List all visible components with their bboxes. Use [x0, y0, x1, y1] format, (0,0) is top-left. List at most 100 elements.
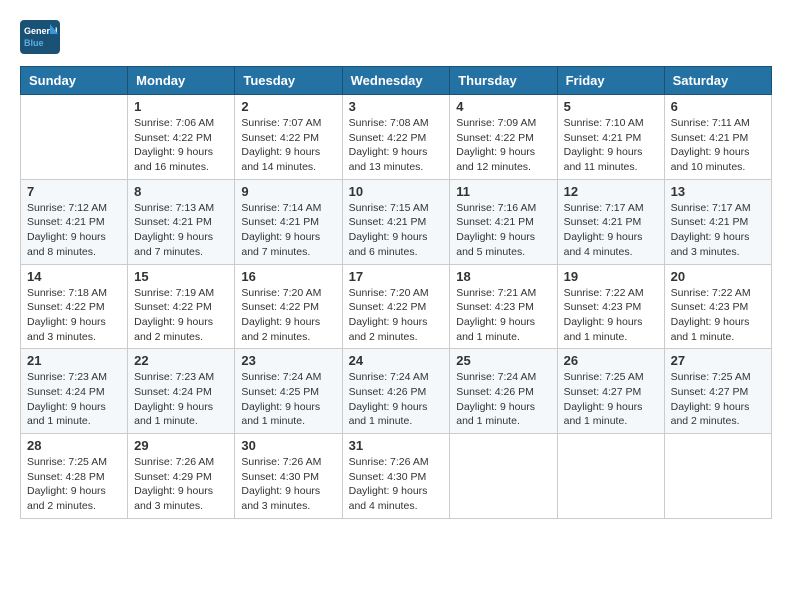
calendar-cell: 3 Sunrise: 7:08 AM Sunset: 4:22 PM Daylig…: [342, 95, 450, 180]
calendar-cell: 20Sunrise: 7:22 AM Sunset: 4:23 PM Dayli…: [664, 264, 771, 349]
calendar-header-row: SundayMondayTuesdayWednesdayThursdayFrid…: [21, 67, 772, 95]
day-number: 30: [241, 438, 335, 453]
logo: General Blue: [20, 20, 64, 54]
calendar-week-row: 1 Sunrise: 7:06 AM Sunset: 4:22 PM Daylig…: [21, 95, 772, 180]
day-info: Sunrise: 7:17 AM Sunset: 4:21 PM Dayligh…: [671, 201, 765, 260]
calendar-cell: 15 Sunrise: 7:19 AM Sunset: 4:22 PM Dayli…: [128, 264, 235, 349]
day-info: Sunrise: 7:24 AM Sunset: 4:26 PM Dayligh…: [456, 370, 550, 429]
day-number: 14: [27, 269, 121, 284]
day-number: 24: [349, 353, 444, 368]
calendar-cell: 2Sunrise: 7:07 AM Sunset: 4:22 PM Daylig…: [235, 95, 342, 180]
day-number: 11: [456, 184, 550, 199]
day-number: 4: [456, 99, 550, 114]
calendar-week-row: 28Sunrise: 7:25 AM Sunset: 4:28 PM Dayli…: [21, 434, 772, 519]
day-info: Sunrise: 7:06 AM Sunset: 4:22 PM Dayligh…: [134, 116, 228, 175]
calendar-cell: 29Sunrise: 7:26 AM Sunset: 4:29 PM Dayli…: [128, 434, 235, 519]
calendar-week-row: 21 Sunrise: 7:23 AM Sunset: 4:24 PM Dayli…: [21, 349, 772, 434]
day-info: Sunrise: 7:24 AM Sunset: 4:25 PM Dayligh…: [241, 370, 335, 429]
calendar-cell: [664, 434, 771, 519]
day-number: 13: [671, 184, 765, 199]
weekday-header-thursday: Thursday: [450, 67, 557, 95]
day-info: Sunrise: 7:21 AM Sunset: 4:23 PM Dayligh…: [456, 286, 550, 345]
day-info: Sunrise: 7:11 AM Sunset: 4:21 PM Dayligh…: [671, 116, 765, 175]
svg-text:Blue: Blue: [24, 38, 44, 48]
day-number: 27: [671, 353, 765, 368]
day-number: 16: [241, 269, 335, 284]
day-info: Sunrise: 7:13 AM Sunset: 4:21 PM Dayligh…: [134, 201, 228, 260]
calendar-cell: 26Sunrise: 7:25 AM Sunset: 4:27 PM Dayli…: [557, 349, 664, 434]
weekday-header-tuesday: Tuesday: [235, 67, 342, 95]
day-number: 21: [27, 353, 121, 368]
day-info: Sunrise: 7:22 AM Sunset: 4:23 PM Dayligh…: [671, 286, 765, 345]
calendar-cell: 17Sunrise: 7:20 AM Sunset: 4:22 PM Dayli…: [342, 264, 450, 349]
calendar-cell: 7 Sunrise: 7:12 AM Sunset: 4:21 PM Daylig…: [21, 179, 128, 264]
day-info: Sunrise: 7:09 AM Sunset: 4:22 PM Dayligh…: [456, 116, 550, 175]
calendar-cell: [21, 95, 128, 180]
day-info: Sunrise: 7:20 AM Sunset: 4:22 PM Dayligh…: [241, 286, 335, 345]
calendar-cell: 5 Sunrise: 7:10 AM Sunset: 4:21 PM Daylig…: [557, 95, 664, 180]
day-number: 7: [27, 184, 121, 199]
day-info: Sunrise: 7:14 AM Sunset: 4:21 PM Dayligh…: [241, 201, 335, 260]
day-info: Sunrise: 7:23 AM Sunset: 4:24 PM Dayligh…: [27, 370, 121, 429]
weekday-header-monday: Monday: [128, 67, 235, 95]
day-number: 8: [134, 184, 228, 199]
calendar-cell: 16 Sunrise: 7:20 AM Sunset: 4:22 PM Dayli…: [235, 264, 342, 349]
day-info: Sunrise: 7:26 AM Sunset: 4:30 PM Dayligh…: [241, 455, 335, 514]
weekday-header-friday: Friday: [557, 67, 664, 95]
day-info: Sunrise: 7:07 AM Sunset: 4:22 PM Dayligh…: [241, 116, 335, 175]
logo-icon: General Blue: [20, 20, 60, 54]
day-number: 5: [564, 99, 658, 114]
day-number: 25: [456, 353, 550, 368]
calendar-cell: 9 Sunrise: 7:14 AM Sunset: 4:21 PM Daylig…: [235, 179, 342, 264]
day-number: 3: [349, 99, 444, 114]
day-info: Sunrise: 7:12 AM Sunset: 4:21 PM Dayligh…: [27, 201, 121, 260]
calendar-cell: 14 Sunrise: 7:18 AM Sunset: 4:22 PM Dayli…: [21, 264, 128, 349]
day-info: Sunrise: 7:18 AM Sunset: 4:22 PM Dayligh…: [27, 286, 121, 345]
calendar-cell: 13 Sunrise: 7:17 AM Sunset: 4:21 PM Dayli…: [664, 179, 771, 264]
calendar-cell: 12 Sunrise: 7:17 AM Sunset: 4:21 PM Dayli…: [557, 179, 664, 264]
day-number: 1: [134, 99, 228, 114]
day-info: Sunrise: 7:23 AM Sunset: 4:24 PM Dayligh…: [134, 370, 228, 429]
calendar-cell: 1 Sunrise: 7:06 AM Sunset: 4:22 PM Daylig…: [128, 95, 235, 180]
calendar-cell: 31Sunrise: 7:26 AM Sunset: 4:30 PM Dayli…: [342, 434, 450, 519]
day-number: 17: [349, 269, 444, 284]
calendar-cell: 10 Sunrise: 7:15 AM Sunset: 4:21 PM Dayli…: [342, 179, 450, 264]
day-info: Sunrise: 7:17 AM Sunset: 4:21 PM Dayligh…: [564, 201, 658, 260]
calendar-cell: 6 Sunrise: 7:11 AM Sunset: 4:21 PM Daylig…: [664, 95, 771, 180]
calendar-cell: 11Sunrise: 7:16 AM Sunset: 4:21 PM Dayli…: [450, 179, 557, 264]
calendar-cell: 22 Sunrise: 7:23 AM Sunset: 4:24 PM Dayli…: [128, 349, 235, 434]
day-number: 18: [456, 269, 550, 284]
calendar-cell: 28Sunrise: 7:25 AM Sunset: 4:28 PM Dayli…: [21, 434, 128, 519]
day-number: 9: [241, 184, 335, 199]
calendar-cell: 21 Sunrise: 7:23 AM Sunset: 4:24 PM Dayli…: [21, 349, 128, 434]
calendar-cell: 27Sunrise: 7:25 AM Sunset: 4:27 PM Dayli…: [664, 349, 771, 434]
page-header: General Blue: [20, 16, 772, 54]
day-info: Sunrise: 7:26 AM Sunset: 4:30 PM Dayligh…: [349, 455, 444, 514]
calendar-cell: 24 Sunrise: 7:24 AM Sunset: 4:26 PM Dayli…: [342, 349, 450, 434]
day-number: 10: [349, 184, 444, 199]
calendar-cell: 25 Sunrise: 7:24 AM Sunset: 4:26 PM Dayli…: [450, 349, 557, 434]
calendar-week-row: 7 Sunrise: 7:12 AM Sunset: 4:21 PM Daylig…: [21, 179, 772, 264]
day-info: Sunrise: 7:19 AM Sunset: 4:22 PM Dayligh…: [134, 286, 228, 345]
day-number: 6: [671, 99, 765, 114]
calendar-cell: 30 Sunrise: 7:26 AM Sunset: 4:30 PM Dayli…: [235, 434, 342, 519]
day-info: Sunrise: 7:10 AM Sunset: 4:21 PM Dayligh…: [564, 116, 658, 175]
day-number: 19: [564, 269, 658, 284]
weekday-header-sunday: Sunday: [21, 67, 128, 95]
day-info: Sunrise: 7:15 AM Sunset: 4:21 PM Dayligh…: [349, 201, 444, 260]
calendar-cell: 18 Sunrise: 7:21 AM Sunset: 4:23 PM Dayli…: [450, 264, 557, 349]
calendar-week-row: 14 Sunrise: 7:18 AM Sunset: 4:22 PM Dayli…: [21, 264, 772, 349]
day-info: Sunrise: 7:26 AM Sunset: 4:29 PM Dayligh…: [134, 455, 228, 514]
day-info: Sunrise: 7:08 AM Sunset: 4:22 PM Dayligh…: [349, 116, 444, 175]
day-number: 15: [134, 269, 228, 284]
day-number: 22: [134, 353, 228, 368]
day-info: Sunrise: 7:24 AM Sunset: 4:26 PM Dayligh…: [349, 370, 444, 429]
day-number: 12: [564, 184, 658, 199]
calendar-table: SundayMondayTuesdayWednesdayThursdayFrid…: [20, 66, 772, 519]
day-info: Sunrise: 7:25 AM Sunset: 4:27 PM Dayligh…: [564, 370, 658, 429]
day-info: Sunrise: 7:22 AM Sunset: 4:23 PM Dayligh…: [564, 286, 658, 345]
day-number: 28: [27, 438, 121, 453]
calendar-cell: 23Sunrise: 7:24 AM Sunset: 4:25 PM Dayli…: [235, 349, 342, 434]
weekday-header-saturday: Saturday: [664, 67, 771, 95]
calendar-cell: [450, 434, 557, 519]
